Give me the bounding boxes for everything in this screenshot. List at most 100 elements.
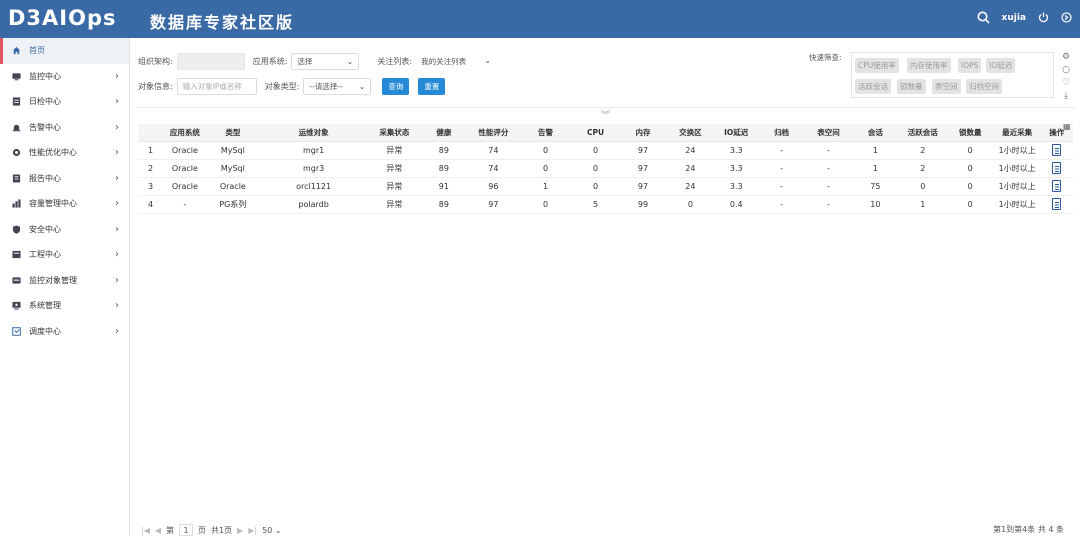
cell-alarm[interactable]: 1 xyxy=(519,177,572,196)
query-button[interactable]: 查询 xyxy=(382,78,410,95)
sidebar-item-home[interactable]: 首页 xyxy=(0,38,129,64)
col-header-archive[interactable]: 归档 xyxy=(758,124,806,142)
type-select[interactable]: --请选择-- ⌄ xyxy=(303,78,372,95)
document-icon[interactable] xyxy=(1052,198,1062,210)
username[interactable]: xujia xyxy=(1002,13,1026,23)
cell-io-latency[interactable]: 0.4 xyxy=(714,195,759,214)
col-header-score[interactable]: 性能评分 xyxy=(467,124,520,142)
cell-locks[interactable]: 0 xyxy=(946,141,994,160)
quick-tag-tablespace[interactable]: 表空间 xyxy=(932,79,961,94)
col-header-tablespace[interactable]: 表空间 xyxy=(805,124,852,142)
first-page-button[interactable]: |◀ xyxy=(141,526,150,535)
sidebar-item-engineering[interactable]: 工程中心 › xyxy=(0,242,129,268)
cell-score[interactable]: 74 xyxy=(467,141,520,160)
power-icon[interactable] xyxy=(1038,12,1049,23)
cell-active-sessions[interactable]: 2 xyxy=(898,159,947,178)
quick-tag-archive[interactable]: 归档空间 xyxy=(966,79,1002,94)
cell-score[interactable]: 96 xyxy=(467,177,520,196)
cell-locks[interactable]: 0 xyxy=(946,159,994,178)
cell-object-link[interactable]: polardb xyxy=(258,195,369,214)
cell-locks[interactable]: 0 xyxy=(946,195,994,214)
sidebar-item-schedule[interactable]: 调度中心 › xyxy=(0,319,129,345)
quick-tag-active-sessions[interactable]: 活跃会话 xyxy=(855,79,891,94)
col-header-type[interactable]: 类型 xyxy=(206,124,259,142)
cell-io-latency[interactable]: 3.3 xyxy=(714,159,759,178)
cell-active-sessions[interactable]: 0 xyxy=(898,177,947,196)
table-row[interactable]: 4 - PG系列 polardb 异常 89 97 0 5 99 0 0.4 -… xyxy=(138,195,1073,214)
col-header-active-sessions[interactable]: 活跃会话 xyxy=(898,124,947,142)
document-icon[interactable] xyxy=(1052,162,1062,174)
next-page-button[interactable]: ▶ xyxy=(237,526,243,535)
cell-locks[interactable]: 0 xyxy=(946,177,994,196)
download-icon[interactable]: ⤓ xyxy=(1060,91,1072,103)
cell-sessions[interactable]: 1 xyxy=(851,141,899,160)
sidebar-item-security[interactable]: 安全中心 › xyxy=(0,217,129,243)
prev-page-button[interactable]: ◀ xyxy=(155,526,161,535)
cell-object-link[interactable]: mgr3 xyxy=(258,159,369,178)
cell-health[interactable]: 89 xyxy=(420,141,468,160)
col-header-status[interactable]: 采集状态 xyxy=(368,124,421,142)
cell-alarm[interactable]: 0 xyxy=(519,195,572,214)
org-select[interactable] xyxy=(176,53,245,70)
cell-object-link[interactable]: mgr1 xyxy=(258,141,369,160)
col-header-app[interactable]: 应用系统 xyxy=(163,124,207,142)
cell-sessions[interactable]: 75 xyxy=(851,177,899,196)
col-header-locks[interactable]: 锁数量 xyxy=(946,124,994,142)
cell-sessions[interactable]: 1 xyxy=(851,159,899,178)
sidebar-item-report[interactable]: 报告中心 › xyxy=(0,166,129,192)
cell-active-sessions[interactable]: 1 xyxy=(898,195,947,214)
sidebar-item-object-manage[interactable]: 监控对象管理 › xyxy=(0,268,129,294)
quick-tag-cpu[interactable]: CPU使用率 xyxy=(855,58,899,73)
column-settings-icon[interactable]: ▦ xyxy=(1063,122,1071,131)
sidebar-item-monitor[interactable]: 监控中心 › xyxy=(0,64,129,90)
document-icon[interactable] xyxy=(1052,180,1062,192)
cell-cpu[interactable]: 0 xyxy=(571,177,620,196)
cell-sessions[interactable]: 10 xyxy=(851,195,899,214)
cell-score[interactable]: 74 xyxy=(467,159,520,178)
cell-swap[interactable]: 24 xyxy=(666,177,715,196)
quick-tag-iops[interactable]: IOPS xyxy=(958,58,982,73)
col-header-alarm[interactable]: 告警 xyxy=(519,124,572,142)
col-header-last-collect[interactable]: 最近采集 xyxy=(993,124,1041,142)
cell-health[interactable]: 89 xyxy=(420,159,468,178)
circle-icon[interactable]: ○ xyxy=(1060,65,1072,77)
logout-icon[interactable] xyxy=(1061,12,1072,23)
cell-io-latency[interactable]: 3.3 xyxy=(714,141,759,160)
table-row[interactable]: 3 Oracle Oracle orcl1121 异常 91 96 1 0 97… xyxy=(138,177,1073,196)
page-number-input[interactable]: 1 xyxy=(179,524,194,536)
cell-swap[interactable]: 24 xyxy=(666,159,715,178)
heart-icon[interactable]: ♡ xyxy=(1060,78,1072,90)
search-icon[interactable] xyxy=(977,11,990,24)
cell-memory[interactable]: 97 xyxy=(619,141,667,160)
last-page-button[interactable]: ▶| xyxy=(248,526,257,535)
cell-cpu[interactable]: 5 xyxy=(571,195,620,214)
cell-swap[interactable]: 0 xyxy=(666,195,715,214)
cell-health[interactable]: 89 xyxy=(420,195,468,214)
col-header-memory[interactable]: 内存 xyxy=(619,124,667,142)
reset-button[interactable]: 重置 xyxy=(418,78,446,95)
col-header-swap[interactable]: 交换区 xyxy=(666,124,715,142)
col-header-sessions[interactable]: 会话 xyxy=(851,124,899,142)
cell-cpu[interactable]: 0 xyxy=(571,141,620,160)
sidebar-item-system[interactable]: 系统管理 › xyxy=(0,293,129,319)
col-header-io-latency[interactable]: IO延迟 xyxy=(714,124,759,142)
cell-active-sessions[interactable]: 2 xyxy=(898,141,947,160)
cell-alarm[interactable]: 0 xyxy=(519,159,572,178)
cell-health[interactable]: 91 xyxy=(420,177,468,196)
sidebar-item-daily-check[interactable]: 日检中心 › xyxy=(0,89,129,115)
settings-icon[interactable]: ⚙ xyxy=(1060,52,1072,64)
quick-tag-memory[interactable]: 内存使用率 xyxy=(907,58,951,73)
quick-tag-io-latency[interactable]: IO延迟 xyxy=(986,58,1016,73)
table-row[interactable]: 2 Oracle MySql mgr3 异常 89 74 0 0 97 24 3… xyxy=(138,159,1073,178)
object-input[interactable]: 输入对象IP或名称 xyxy=(176,78,257,95)
sidebar-item-performance[interactable]: 性能优化中心 › xyxy=(0,140,129,166)
col-header-health[interactable]: 健康 xyxy=(420,124,468,142)
col-header-cpu[interactable]: CPU xyxy=(571,124,620,142)
collapse-chevron-icon[interactable]: ︾ xyxy=(601,108,610,121)
quick-tag-locks[interactable]: 锁数量 xyxy=(897,79,926,94)
col-header-object[interactable]: 运维对象 xyxy=(258,124,369,142)
page-size-select[interactable]: 50 ⌄ xyxy=(262,526,281,535)
cell-cpu[interactable]: 0 xyxy=(571,159,620,178)
cell-alarm[interactable]: 0 xyxy=(519,141,572,160)
cell-score[interactable]: 97 xyxy=(467,195,520,214)
